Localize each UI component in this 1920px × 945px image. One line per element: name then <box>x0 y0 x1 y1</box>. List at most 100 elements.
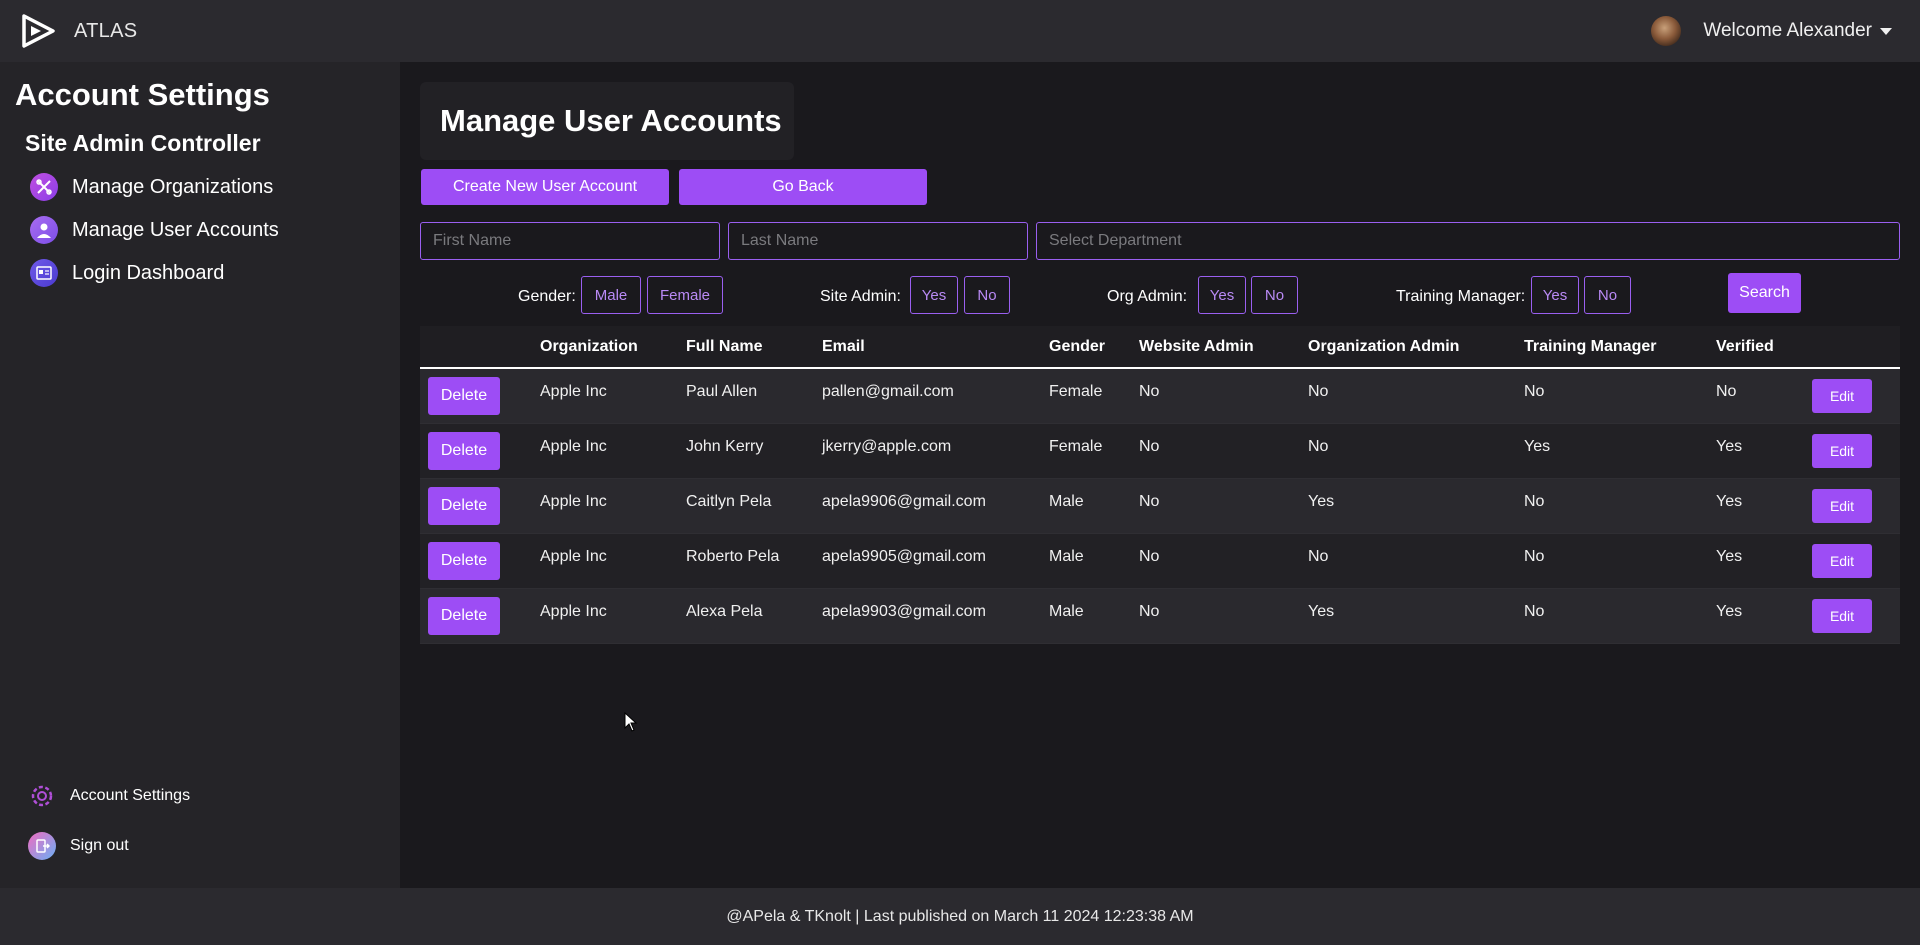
last-name-input[interactable] <box>728 222 1028 260</box>
cell-organization-admin: Yes <box>1308 602 1335 620</box>
cell-email: pallen@gmail.com <box>822 383 954 400</box>
table-row: Delete Apple Inc John Kerry jkerry@apple… <box>420 423 1900 478</box>
sidebar-item-manage-user-accounts[interactable]: Manage User Accounts <box>30 216 279 244</box>
sign-out-link[interactable]: Sign out <box>28 832 129 860</box>
column-header-email[interactable]: Email <box>822 326 1049 368</box>
delete-button[interactable]: Delete <box>428 376 500 415</box>
main-content: Manage User Accounts Create New User Acc… <box>400 62 1920 888</box>
column-header-organization[interactable]: Organization <box>540 326 686 368</box>
delete-button[interactable]: Delete <box>428 486 500 525</box>
cell-email: apela9906@gmail.com <box>822 492 986 510</box>
gear-icon <box>31 785 53 807</box>
table-row: Delete Apple Inc Paul Allen pallen@gmail… <box>420 368 1900 423</box>
edit-button[interactable]: Edit <box>1812 433 1872 468</box>
cell-verified: No <box>1716 383 1737 400</box>
cell-organization: Apple Inc <box>540 437 607 455</box>
training-manager-yes-button[interactable]: Yes <box>1531 276 1579 314</box>
gender-filter-label: Gender: <box>518 288 576 305</box>
organizations-icon <box>30 173 58 201</box>
org-admin-filter-label: Org Admin: <box>1107 288 1188 305</box>
column-header <box>1812 326 1900 368</box>
edit-button[interactable]: Edit <box>1812 543 1872 578</box>
cell-verified: Yes <box>1716 437 1743 455</box>
user-icon <box>30 216 58 244</box>
column-header-training-manager[interactable]: Training Manager <box>1524 326 1716 368</box>
cell-website-admin: No <box>1139 383 1160 400</box>
column-header-full-name[interactable]: Full Name <box>686 326 822 368</box>
cell-verified: Yes <box>1716 492 1743 510</box>
user-accounts-table: Organization Full Name Email Gender Webs… <box>420 326 1900 644</box>
cell-email: apela9905@gmail.com <box>822 547 986 565</box>
avatar[interactable] <box>1651 16 1682 46</box>
edit-button[interactable]: Edit <box>1812 488 1872 523</box>
sidebar: Account Settings Site Admin Controller M… <box>0 62 400 888</box>
cell-website-admin: No <box>1139 602 1160 620</box>
column-header-gender[interactable]: Gender <box>1049 326 1139 368</box>
footer-text: @APela & TKnolt | Last published on Marc… <box>726 907 1194 925</box>
cell-organization-admin: No <box>1308 437 1329 455</box>
delete-button[interactable]: Delete <box>428 431 500 470</box>
cell-email: jkerry@apple.com <box>822 437 952 455</box>
gender-female-button[interactable]: Female <box>647 276 723 314</box>
welcome-text[interactable]: Welcome Alexander <box>1703 20 1872 42</box>
sidebar-account-settings-link[interactable]: Account Settings <box>28 782 190 810</box>
site-admin-yes-button[interactable]: Yes <box>910 276 958 314</box>
sidebar-item-label: Login Dashboard <box>72 261 225 284</box>
cell-gender: Female <box>1049 437 1103 455</box>
column-header-website-admin[interactable]: Website Admin <box>1139 326 1308 368</box>
cell-website-admin: No <box>1139 547 1160 565</box>
sidebar-item-label: Manage User Accounts <box>72 218 279 241</box>
site-admin-no-button[interactable]: No <box>964 276 1010 314</box>
cell-gender: Male <box>1049 547 1084 565</box>
cell-training-manager: Yes <box>1524 437 1551 455</box>
cell-training-manager: No <box>1524 602 1545 620</box>
table-row: Delete Apple Inc Alexa Pela apela9903@gm… <box>420 588 1900 643</box>
cell-training-manager: No <box>1524 547 1545 565</box>
delete-button[interactable]: Delete <box>428 596 500 635</box>
department-select[interactable] <box>1036 222 1900 260</box>
cell-training-manager: No <box>1524 383 1545 400</box>
user-menu[interactable]: Welcome Alexander <box>1651 0 1892 62</box>
mouse-cursor-icon <box>624 712 638 732</box>
play-triangle-logo-icon <box>22 14 55 48</box>
cell-full-name: John Kerry <box>686 437 764 455</box>
sidebar-item-login-dashboard[interactable]: Login Dashboard <box>30 259 224 287</box>
page-title-box: Manage User Accounts <box>420 82 794 160</box>
org-admin-no-button[interactable]: No <box>1251 276 1298 314</box>
cell-email: apela9903@gmail.com <box>822 602 986 620</box>
cell-organization: Apple Inc <box>540 547 607 565</box>
edit-button[interactable]: Edit <box>1812 378 1872 413</box>
sidebar-item-manage-organizations[interactable]: Manage Organizations <box>30 173 273 201</box>
top-navbar: ATLAS Welcome Alexander <box>0 0 1920 62</box>
sidebar-item-label: Manage Organizations <box>72 175 274 198</box>
cell-website-admin: No <box>1139 437 1160 455</box>
first-name-input[interactable] <box>420 222 720 260</box>
training-manager-no-button[interactable]: No <box>1584 276 1631 314</box>
brand-link[interactable]: ATLAS <box>20 13 137 49</box>
column-header-organization-admin[interactable]: Organization Admin <box>1308 326 1524 368</box>
cell-gender: Male <box>1049 492 1084 510</box>
cell-organization-admin: Yes <box>1308 492 1335 510</box>
search-button[interactable]: Search <box>1728 273 1801 313</box>
sidebar-section-title: Site Admin Controller <box>25 130 261 156</box>
brand-name: ATLAS <box>74 19 138 42</box>
org-admin-yes-button[interactable]: Yes <box>1198 276 1246 314</box>
cell-organization: Apple Inc <box>540 383 607 400</box>
cell-training-manager: No <box>1524 492 1545 510</box>
table-header-row: Organization Full Name Email Gender Webs… <box>420 326 1900 368</box>
column-header-verified[interactable]: Verified <box>1716 326 1812 368</box>
delete-button[interactable]: Delete <box>428 541 500 580</box>
sidebar-bottom-label: Account Settings <box>70 787 191 804</box>
create-user-account-button[interactable]: Create New User Account <box>421 169 669 205</box>
cell-full-name: Alexa Pela <box>686 602 763 620</box>
cell-full-name: Caitlyn Pela <box>686 492 772 510</box>
table-row: Delete Apple Inc Roberto Pela apela9905@… <box>420 533 1900 588</box>
cell-website-admin: No <box>1139 492 1160 510</box>
go-back-button[interactable]: Go Back <box>679 169 927 205</box>
training-manager-filter-label: Training Manager: <box>1396 288 1526 305</box>
cell-gender: Female <box>1049 383 1103 400</box>
cell-verified: Yes <box>1716 547 1743 565</box>
gender-male-button[interactable]: Male <box>581 276 641 314</box>
chevron-down-icon[interactable] <box>1880 27 1892 35</box>
edit-button[interactable]: Edit <box>1812 598 1872 633</box>
